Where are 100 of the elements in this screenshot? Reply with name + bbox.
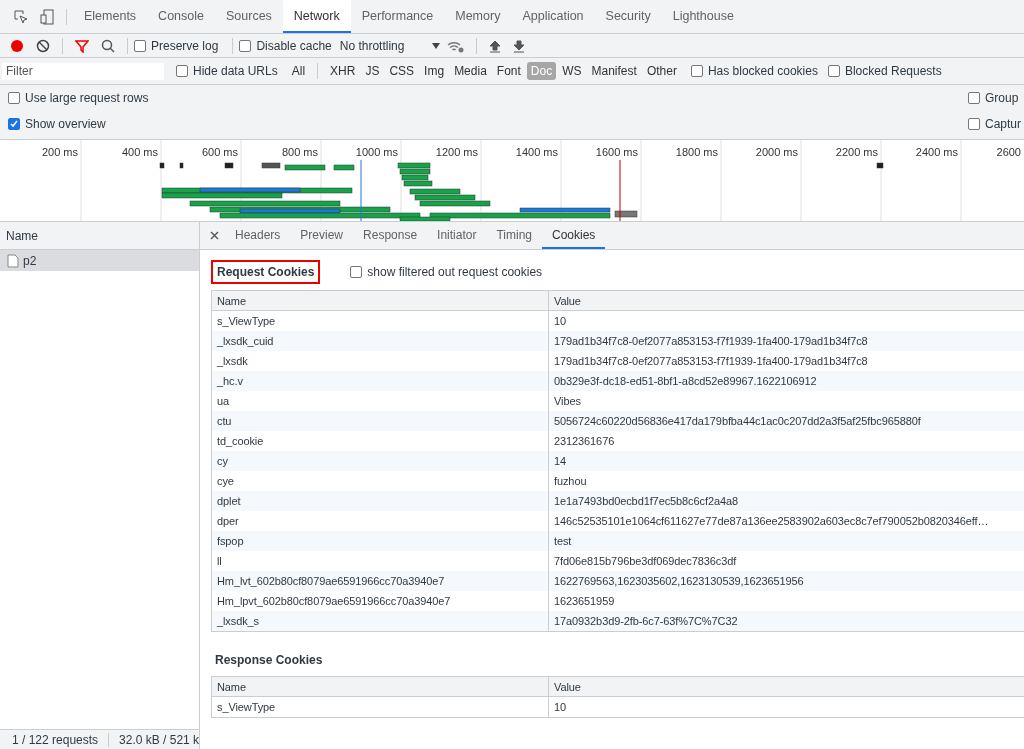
checkbox-label: Has blocked cookies xyxy=(707,64,818,78)
table-cell-text: 7fd06e815b796be3df069dec7836c3df xyxy=(553,554,738,569)
type-filter[interactable]: JS xyxy=(361,62,384,80)
panel-tab[interactable]: Application xyxy=(511,0,595,33)
table-cell-text: fuzhou xyxy=(553,474,588,489)
detail-tab[interactable]: Timing xyxy=(486,222,542,249)
checkbox-label: Show overview xyxy=(25,117,106,131)
detail-tab[interactable]: Headers xyxy=(225,222,291,249)
search-icon[interactable] xyxy=(101,38,115,53)
type-filter[interactable]: XHR xyxy=(326,62,360,80)
table-cell-text: 179ad1b34f7c8-0ef2077a853153-f7f1939-1fa400-179ad1b34f7c8 xyxy=(553,334,869,349)
filter-icon[interactable] xyxy=(75,38,89,53)
device-icon[interactable] xyxy=(40,8,54,25)
table-cell-text: test xyxy=(553,534,573,549)
record-icon[interactable] xyxy=(10,38,24,53)
section-title: Response Cookies xyxy=(214,652,324,669)
type-filter[interactable]: Font xyxy=(492,62,525,80)
time-tick: 2400 ms xyxy=(915,146,959,158)
checkbox-label: Use large request rows xyxy=(25,91,149,105)
detail-tab[interactable]: Cookies xyxy=(542,222,606,249)
request-count: 1 / 122 requests xyxy=(6,732,110,747)
dropdown-caret-icon xyxy=(432,42,441,49)
type-filter[interactable]: WS xyxy=(558,62,586,80)
type-filter[interactable]: Manifest xyxy=(587,62,641,80)
checkbox-label: Disable cache xyxy=(256,38,332,53)
type-filter[interactable]: CSS xyxy=(385,62,419,80)
table-cell: s_ViewType xyxy=(212,697,549,717)
checkbox[interactable] xyxy=(827,65,840,77)
time-tick: 1800 ms xyxy=(675,146,719,158)
checkbox[interactable] xyxy=(690,65,703,77)
section-title: Request Cookies xyxy=(211,260,321,284)
time-tick: 600 ms xyxy=(201,146,239,158)
column-header[interactable]: Value xyxy=(549,291,1024,310)
transfer-size: 32.0 kB / 521 k xyxy=(109,732,199,747)
time-tick: 1200 ms xyxy=(435,146,479,158)
panel-tab[interactable]: Performance xyxy=(350,0,445,33)
checkbox[interactable] xyxy=(239,39,252,52)
time-tick: 400 ms xyxy=(121,146,159,158)
document-icon xyxy=(7,253,19,268)
checkbox[interactable] xyxy=(176,65,188,77)
checkbox[interactable] xyxy=(134,39,146,52)
table-cell-text: 179ad1b34f7c8-0ef2077a853153-f7f1939-1fa400-179ad1b34f7c8 xyxy=(553,354,869,369)
table-cell-text: Vibes xyxy=(553,394,582,409)
checkbox-label: Captur xyxy=(985,117,1022,131)
name-column-header[interactable]: Name xyxy=(0,222,199,250)
time-tick: 2200 ms xyxy=(835,146,879,158)
column-header[interactable]: Name xyxy=(212,291,549,310)
time-tick: 1600 ms xyxy=(595,146,639,158)
panel-tab[interactable]: Security xyxy=(594,0,662,33)
request-row[interactable]: p2 xyxy=(0,250,199,271)
panel-tab[interactable]: Sources xyxy=(215,0,283,33)
checkbox[interactable] xyxy=(8,118,20,130)
type-filter[interactable]: Media xyxy=(450,62,491,80)
panel-tab[interactable]: Elements xyxy=(73,0,148,33)
checkbox-label: Preserve log xyxy=(151,38,219,53)
throttling-select[interactable]: No throttling xyxy=(339,38,441,53)
checkbox[interactable] xyxy=(968,118,980,130)
panel-tab[interactable]: Console xyxy=(147,0,215,33)
checkbox[interactable] xyxy=(350,266,363,278)
checkbox-label: Group xyxy=(985,91,1019,105)
panel-tab[interactable]: Memory xyxy=(444,0,512,33)
detail-tab[interactable]: Initiator xyxy=(427,222,487,249)
checkbox[interactable] xyxy=(8,92,20,104)
close-icon[interactable] xyxy=(210,231,219,240)
table-cell-text: 0b329e3f-dc18-ed51-8bf1-a8cd52e89967.1622106912 xyxy=(553,374,818,389)
checkbox[interactable] xyxy=(968,92,980,104)
clear-icon[interactable] xyxy=(36,38,50,53)
column-header[interactable]: Value xyxy=(549,677,1024,696)
detail-tab[interactable]: Preview xyxy=(290,222,354,249)
download-icon[interactable] xyxy=(513,38,526,53)
column-header[interactable]: Name xyxy=(212,677,549,696)
checkbox-label: Hide data URLs xyxy=(193,64,278,78)
table-cell-text: 10 xyxy=(553,700,568,715)
table-cell-text: 17a0932b3d9-2fb-6c7-63f%7C%7C32 xyxy=(553,614,739,629)
table-cell-text: 1623651959 xyxy=(553,594,616,609)
time-tick: 1000 ms xyxy=(355,146,399,158)
filter-field[interactable]: Filter xyxy=(2,62,164,80)
table-cell-text: 2312361676 xyxy=(553,434,616,449)
panel-tab[interactable]: Network xyxy=(282,0,351,33)
time-tick: 2000 ms xyxy=(755,146,799,158)
type-filter[interactable]: All xyxy=(287,62,310,80)
time-tick: 1400 ms xyxy=(515,146,559,158)
detail-tab[interactable]: Response xyxy=(353,222,428,249)
table-cell-text: 1622769563,1623035602,1623130539,1623651956 xyxy=(553,574,805,589)
checkbox-label: show filtered out request cookies xyxy=(367,265,543,279)
type-filter[interactable]: Other xyxy=(642,62,681,80)
inspect-icon[interactable] xyxy=(14,9,28,24)
table-cell: _lxsdk_s xyxy=(212,611,549,631)
time-tick: 800 ms xyxy=(281,146,319,158)
table-cell-text: 1e1a7493bd0ecbd1f7ec5b8c6cf2a4a8 xyxy=(553,494,739,509)
time-tick: 200 ms xyxy=(41,146,79,158)
table-cell-text: 14 xyxy=(553,454,568,469)
type-filter[interactable]: Img xyxy=(420,62,449,80)
table-cell-text: 10 xyxy=(553,314,568,329)
checkbox-label: Blocked Requests xyxy=(844,64,942,78)
table-cell-text: 5056724c60220d56836e417da179bfba44c1ac0c207dd2a3f5af25fbc965880f xyxy=(553,414,922,429)
table-cell-text: 146c52535101e1064cf611627e77de87a136ee2583902a603ec8c7ef790052b0820346eff… xyxy=(553,514,990,529)
time-tick: 2600 xyxy=(996,146,1022,158)
upload-icon[interactable] xyxy=(489,38,502,53)
panel-tab[interactable]: Lighthouse xyxy=(661,0,745,33)
